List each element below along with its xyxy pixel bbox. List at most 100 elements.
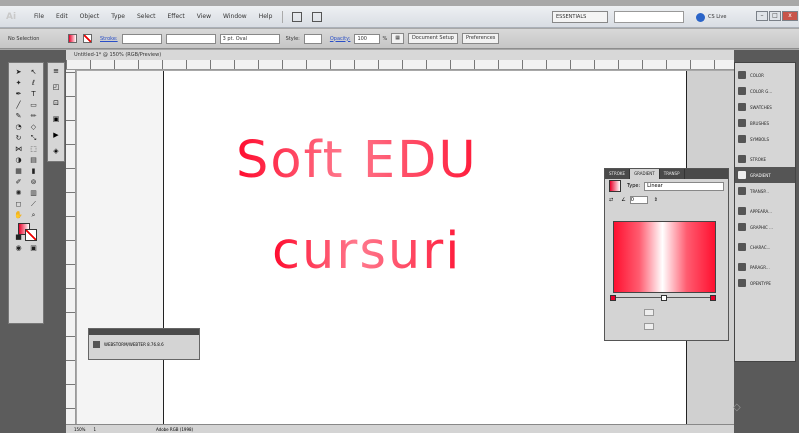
dock-stroke[interactable]: STROKE [735,151,795,167]
dock-transparency[interactable]: TRANSP... [735,183,795,199]
artboard-number[interactable]: 1 [93,425,96,433]
shape-builder-tool-icon[interactable]: ◑ [12,155,25,166]
direct-selection-tool-icon[interactable]: ↖ [27,67,40,78]
gradient-tool-icon[interactable]: ▮ [27,166,40,177]
dock-character[interactable]: CHARAC... [735,239,795,255]
rectangle-tool-icon[interactable]: ▭ [27,100,40,111]
eraser-tool-icon[interactable]: ◇ [27,122,40,133]
column-graph-tool-icon[interactable]: ▥ [27,188,40,199]
stroke-swatch[interactable] [83,34,92,43]
close-button[interactable]: x [782,11,798,21]
workspace-switcher[interactable]: ESSENTIALS [552,11,608,23]
free-transform-tool-icon[interactable]: ⬚ [27,144,40,155]
dock-swatches[interactable]: SWATCHES [735,99,795,115]
scale-tool-icon[interactable]: ⤡ [27,133,40,144]
dock-symbols[interactable]: SYMBOLS [735,131,795,147]
eyedropper-tool-icon[interactable]: ✐ [12,177,25,188]
dock-appearance[interactable]: APPEARA... [735,203,795,219]
navigator-grip-icon[interactable]: ◇ [733,402,745,414]
dock-color-guide[interactable]: COLOR G... [735,83,795,99]
align-button[interactable]: ▦ [391,33,404,44]
stroke-weight-field[interactable] [121,33,162,44]
layers-panel-icon[interactable]: ≡ [48,63,64,79]
perspective-grid-tool-icon[interactable]: ▤ [27,155,40,166]
screen-mode-icon[interactable]: ▣ [27,243,40,254]
fill-swatch[interactable] [68,34,77,43]
blob-brush-tool-icon[interactable]: ◔ [12,122,25,133]
tab-stroke[interactable]: STROKE [605,169,631,179]
cs-live-button[interactable]: CS Live [696,10,726,24]
lasso-tool-icon[interactable]: ℓ [27,78,40,89]
zoom-level[interactable]: 150% [74,425,85,433]
gradient-opacity-input[interactable] [644,309,654,316]
brush-definition-field[interactable]: 3 pt. Oval [219,33,280,44]
menu-edit[interactable]: Edit [56,13,68,20]
artboards-panel-icon[interactable]: ◰ [48,79,64,95]
links-panel-icon[interactable]: ⊡ [48,95,64,111]
opacity-field[interactable]: 100 [354,33,381,44]
gradient-stop-middle[interactable] [661,295,667,301]
angle-field[interactable]: 0 [629,196,648,204]
horizontal-ruler[interactable] [66,60,734,70]
zoom-tool-icon[interactable]: ⌕ [27,210,40,221]
menu-object[interactable]: Object [80,13,100,20]
mini-panel-label[interactable]: WEBSTORM/WEBTER 8.76.8.6 [104,342,164,347]
reverse-gradient-icon[interactable]: ⇄ [609,197,613,203]
variable-width-field[interactable] [165,33,216,44]
artwork-text-line-2[interactable]: cursuri [272,222,461,281]
minimize-button[interactable]: – [756,11,768,21]
menu-window[interactable]: Window [223,13,247,20]
dock-brushes[interactable]: BRUSHES [735,115,795,131]
menu-select[interactable]: Select [137,13,156,20]
mesh-tool-icon[interactable]: ▦ [12,166,25,177]
stroke-color-icon[interactable] [25,229,37,241]
location-field-row[interactable] [641,323,671,331]
hand-tool-icon[interactable]: ✋ [12,210,25,221]
search-input[interactable] [614,11,684,23]
gradient-preview-bar[interactable] [613,221,716,293]
menu-view[interactable]: View [197,13,211,20]
tab-transparency[interactable]: TRANSP [660,169,685,179]
stroke-link[interactable]: Stroke: [100,36,118,42]
menu-help[interactable]: Help [259,13,273,20]
opacity-field-row[interactable] [641,309,671,317]
artwork-text-line-1[interactable]: Soft EDU [236,131,478,190]
dock-gradient[interactable]: GRADIENT [735,167,795,183]
preferences-button[interactable]: Preferences [461,33,500,44]
paintbrush-tool-icon[interactable]: ✎ [12,111,25,122]
menu-file[interactable]: File [34,13,44,20]
slice-tool-icon[interactable]: ⟋ [27,199,40,210]
blend-tool-icon[interactable]: ⊚ [27,177,40,188]
gradient-stop-left[interactable] [610,295,616,301]
magic-wand-tool-icon[interactable]: ✦ [12,78,25,89]
dock-opentype[interactable]: OPENTYPE [735,275,795,291]
gradient-stop-right[interactable] [710,295,716,301]
dock-graphic-styles[interactable]: GRAPHIC ... [735,219,795,235]
pasteboard[interactable] [77,71,163,433]
gradient-thumbnail[interactable] [609,180,621,192]
menu-type[interactable]: Type [111,13,125,20]
dock-color[interactable]: COLOR [735,67,795,83]
document-setup-button[interactable]: Document Setup [407,33,458,44]
line-tool-icon[interactable]: ╱ [12,100,25,111]
bridge-icon[interactable] [292,11,303,22]
pencil-tool-icon[interactable]: ✏ [27,111,40,122]
graphic-styles-panel-icon[interactable]: ▣ [48,111,64,127]
width-tool-icon[interactable]: ⋈ [12,144,25,155]
selection-tool-icon[interactable]: ➤ [12,67,25,78]
style-dropdown[interactable] [303,33,322,44]
status-text[interactable]: Adobe RGB (1998) [156,425,193,433]
gradient-location-input[interactable] [644,323,654,330]
dock-paragraph[interactable]: PARAGR... [735,259,795,275]
type-tool-icon[interactable]: T [27,89,40,100]
pen-tool-icon[interactable]: ✒ [12,89,25,100]
symbol-sprayer-tool-icon[interactable]: ✺ [12,188,25,199]
tab-gradient[interactable]: GRADIENT [630,169,660,179]
rotate-tool-icon[interactable]: ↻ [12,133,25,144]
maximize-button[interactable]: □ [769,11,781,21]
opacity-link[interactable]: Opacity: [330,36,351,42]
artboard-tool-icon[interactable]: ◻ [12,199,25,210]
fill-stroke-widget[interactable] [12,221,40,243]
actions-panel-icon[interactable]: ▶ [48,127,64,143]
gradient-type-dropdown[interactable]: Linear [644,181,724,191]
